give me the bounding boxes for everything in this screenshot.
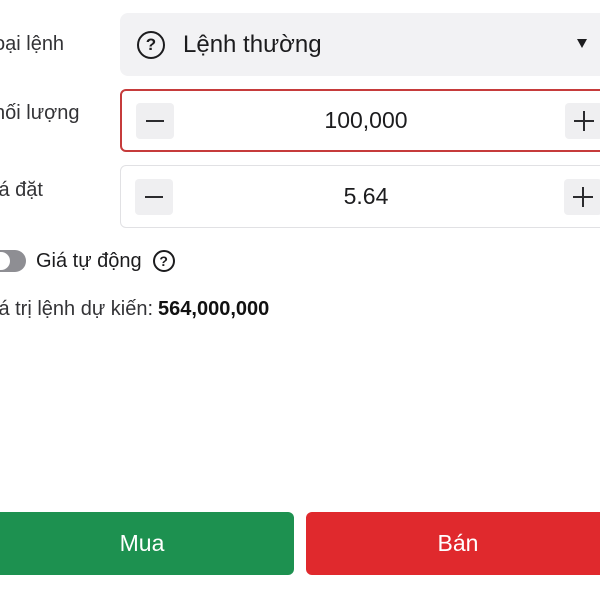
plus-icon — [574, 111, 594, 131]
auto-price-label: Giá tự động — [36, 249, 142, 272]
question-circle-icon[interactable]: ? — [137, 30, 165, 59]
question-circle-icon[interactable]: ? — [152, 250, 175, 272]
order-type-label: oại lệnh — [0, 33, 65, 55]
plus-icon — [573, 187, 593, 207]
auto-price-toggle[interactable] — [0, 250, 26, 272]
quantity-label: hối lượng — [0, 102, 80, 124]
minus-icon — [146, 120, 164, 122]
auto-price-row: Giá tự động ? — [0, 246, 175, 276]
caret-down-icon[interactable] — [577, 39, 587, 48]
minus-icon — [145, 196, 163, 198]
price-stepper[interactable]: 5.64 — [120, 165, 600, 228]
quantity-decrement-button[interactable] — [136, 103, 174, 139]
estimated-value-label: iá trị lệnh dự kiến: — [0, 298, 154, 320]
toggle-knob — [0, 252, 10, 270]
quantity-input[interactable]: 100,000 — [192, 91, 540, 150]
quantity-increment-button[interactable] — [565, 103, 600, 139]
sell-button[interactable]: Bán — [306, 512, 600, 575]
price-decrement-button[interactable] — [135, 179, 173, 215]
estimated-value-row: iá trị lệnh dự kiến: 564,000,000 — [0, 298, 269, 321]
price-label: iá đặt — [0, 179, 43, 201]
order-form: oại lệnh ? Lệnh thường hối lượng 100,000… — [0, 0, 600, 600]
price-input[interactable]: 5.64 — [191, 166, 541, 227]
quantity-stepper[interactable]: 100,000 — [120, 89, 600, 152]
estimated-value-amount: 564,000,000 — [158, 298, 270, 320]
buy-button[interactable]: Mua — [0, 512, 294, 575]
price-increment-button[interactable] — [564, 179, 600, 215]
order-type-value: Lệnh thường — [183, 30, 322, 58]
order-type-select[interactable]: ? Lệnh thường — [120, 13, 600, 76]
